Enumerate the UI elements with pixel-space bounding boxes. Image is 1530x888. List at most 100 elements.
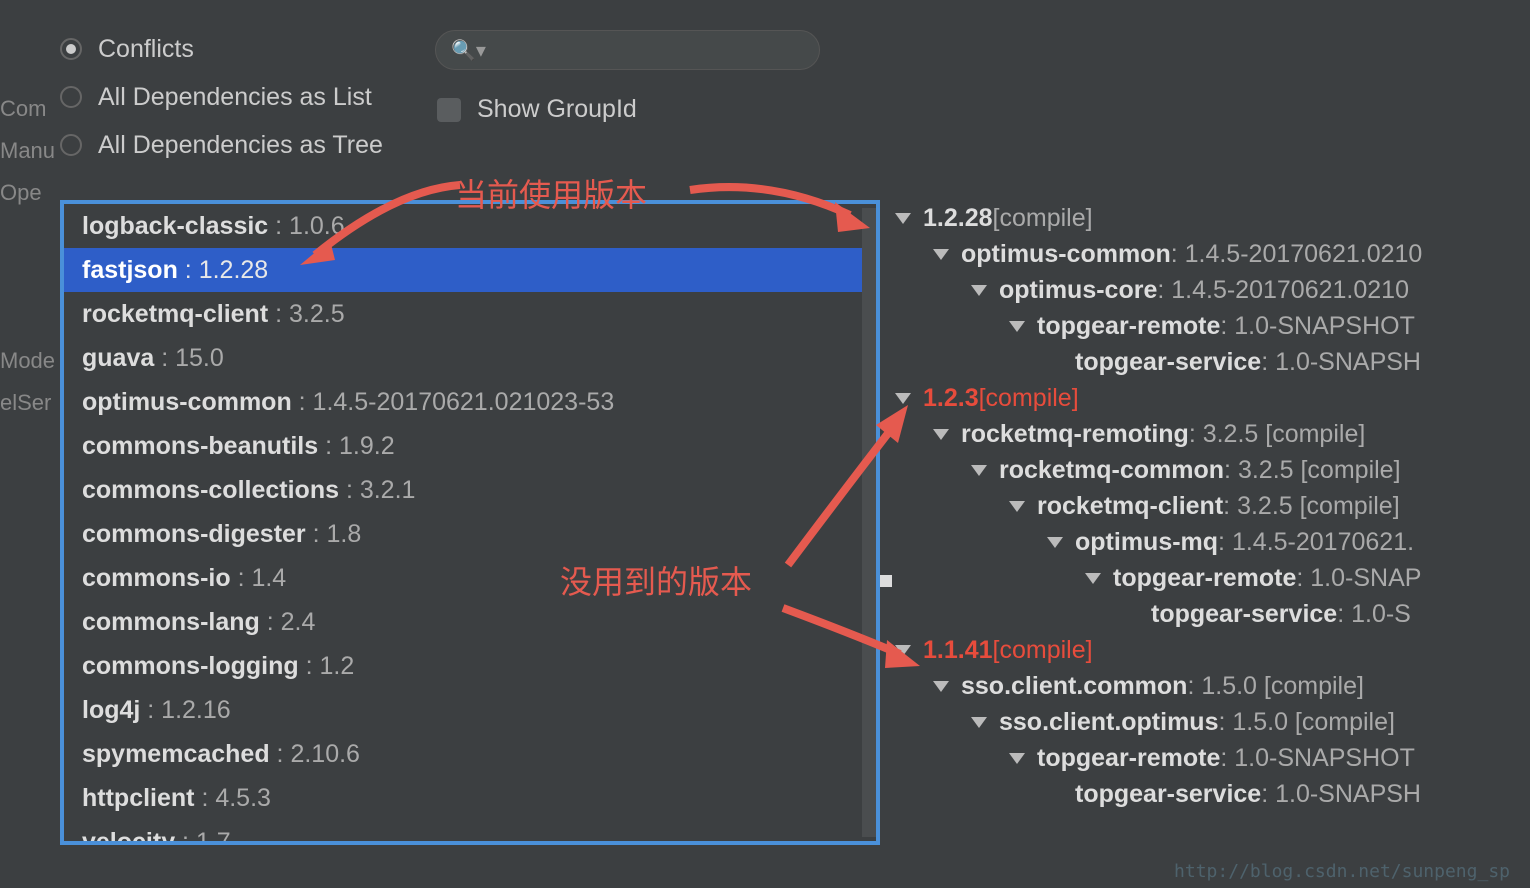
dep-name: httpclient bbox=[82, 784, 195, 812]
tree-node-name: topgear-remote bbox=[1113, 560, 1296, 596]
list-item[interactable]: commons-beanutils : 1.9.2 bbox=[64, 424, 876, 468]
scrollbar[interactable] bbox=[862, 208, 876, 837]
tree-node-suffix: [compile] bbox=[993, 632, 1093, 668]
tree-row[interactable]: sso.client.common : 1.5.0 [compile] bbox=[895, 668, 1530, 704]
radio-icon bbox=[60, 134, 82, 156]
tree-row[interactable]: 1.1.41 [compile] bbox=[895, 632, 1530, 668]
filter-radio-group: Conflicts All Dependencies as List All Dep… bbox=[60, 25, 383, 169]
tree-row[interactable]: optimus-core : 1.4.5-20170621.0210 bbox=[895, 272, 1530, 308]
tree-row[interactable]: rocketmq-common : 3.2.5 [compile] bbox=[895, 452, 1530, 488]
list-item[interactable]: commons-collections : 3.2.1 bbox=[64, 468, 876, 512]
tree-node-suffix: : 1.0-SNAPSHOT bbox=[1220, 308, 1415, 344]
tree-node-name: sso.client.common bbox=[961, 668, 1187, 704]
annotation-unused-version: 没用到的版本 bbox=[560, 557, 752, 603]
tree-node-suffix: : 1.0-SNAPSHOT bbox=[1220, 740, 1415, 776]
tree-row[interactable]: optimus-mq : 1.4.5-20170621. bbox=[895, 524, 1530, 560]
divider-handle[interactable] bbox=[880, 575, 892, 587]
tree-node-name: topgear-remote bbox=[1037, 308, 1220, 344]
dep-version: : 1.8 bbox=[306, 520, 362, 548]
radio-option[interactable]: Conflicts bbox=[60, 25, 383, 73]
tree-row[interactable]: sso.client.optimus : 1.5.0 [compile] bbox=[895, 704, 1530, 740]
tree-node-name: topgear-remote bbox=[1037, 740, 1220, 776]
dep-name: commons-beanutils bbox=[82, 432, 318, 460]
chevron-down-icon bbox=[1009, 321, 1025, 332]
dep-version: : 3.2.1 bbox=[339, 476, 415, 504]
list-item[interactable]: log4j : 1.2.16 bbox=[64, 688, 876, 732]
tree-row[interactable]: topgear-remote : 1.0-SNAP bbox=[895, 560, 1530, 596]
dep-version: : 2.4 bbox=[260, 608, 316, 636]
list-item[interactable]: commons-lang : 2.4 bbox=[64, 600, 876, 644]
tree-row[interactable]: topgear-service : 1.0-S bbox=[895, 596, 1530, 632]
dependency-tree-panel[interactable]: 1.2.28 [compile]optimus-common : 1.4.5-2… bbox=[895, 200, 1530, 845]
dependency-list[interactable]: logback-classic : 1.0.6fastjson : 1.2.28… bbox=[60, 200, 880, 845]
tree-node-name: rocketmq-client bbox=[1037, 488, 1223, 524]
tree-node-suffix: [compile] bbox=[993, 200, 1093, 236]
dep-version: : 4.5.3 bbox=[195, 784, 271, 812]
dep-name: commons-logging bbox=[82, 652, 299, 680]
chevron-down-icon bbox=[933, 249, 949, 260]
tree-node-name: optimus-common bbox=[961, 236, 1171, 272]
list-item[interactable]: rocketmq-client : 3.2.5 bbox=[64, 292, 876, 336]
show-groupid-row[interactable]: Show GroupId bbox=[437, 95, 637, 124]
dep-version: : 1.2.16 bbox=[140, 696, 230, 724]
dep-name: fastjson bbox=[82, 256, 178, 284]
left-partial-text: ComManuOpe ModeelSer bbox=[0, 95, 55, 431]
tree-row[interactable]: rocketmq-remoting : 3.2.5 [compile] bbox=[895, 416, 1530, 452]
dep-name: commons-digester bbox=[82, 520, 306, 548]
tree-row[interactable]: optimus-common : 1.4.5-20170621.0210 bbox=[895, 236, 1530, 272]
chevron-down-icon bbox=[1009, 753, 1025, 764]
tree-node-name: rocketmq-common bbox=[999, 452, 1224, 488]
tree-row[interactable]: topgear-service : 1.0-SNAPSH bbox=[895, 344, 1530, 380]
tree-node-suffix: [compile] bbox=[979, 380, 1079, 416]
search-input[interactable]: 🔍▾ bbox=[435, 30, 820, 70]
list-item[interactable]: commons-digester : 1.8 bbox=[64, 512, 876, 556]
tree-row[interactable]: 1.2.3 [compile] bbox=[895, 380, 1530, 416]
tree-node-suffix: : 1.4.5-20170621.0210 bbox=[1171, 236, 1423, 272]
dep-name: commons-collections bbox=[82, 476, 339, 504]
watermark: http://blog.csdn.net/sunpeng_sp bbox=[1174, 861, 1510, 882]
radio-label: All Dependencies as Tree bbox=[98, 131, 383, 160]
radio-icon bbox=[60, 38, 82, 60]
dep-version: : 1.2.28 bbox=[178, 256, 268, 284]
radio-option[interactable]: All Dependencies as List bbox=[60, 73, 383, 121]
list-item[interactable]: spymemcached : 2.10.6 bbox=[64, 732, 876, 776]
list-item[interactable]: fastjson : 1.2.28 bbox=[64, 248, 876, 292]
tree-row[interactable]: rocketmq-client : 3.2.5 [compile] bbox=[895, 488, 1530, 524]
list-item[interactable]: guava : 15.0 bbox=[64, 336, 876, 380]
chevron-down-icon bbox=[895, 393, 911, 404]
list-item[interactable]: commons-io : 1.4 bbox=[64, 556, 876, 600]
dep-name: spymemcached bbox=[82, 740, 270, 768]
radio-label: Conflicts bbox=[98, 35, 194, 64]
tree-row[interactable]: topgear-remote : 1.0-SNAPSHOT bbox=[895, 740, 1530, 776]
list-item[interactable]: velocity : 1.7 bbox=[64, 820, 876, 845]
dep-version: : 1.4 bbox=[231, 564, 287, 592]
dep-name: rocketmq-client bbox=[82, 300, 268, 328]
dep-name: commons-lang bbox=[82, 608, 260, 636]
list-item[interactable]: commons-logging : 1.2 bbox=[64, 644, 876, 688]
radio-option[interactable]: All Dependencies as Tree bbox=[60, 121, 383, 169]
dep-version: : 1.2 bbox=[299, 652, 355, 680]
tree-node-suffix: : 1.0-SNAPSH bbox=[1261, 776, 1421, 812]
search-icon: 🔍▾ bbox=[451, 38, 486, 63]
tree-node-name: 1.2.28 bbox=[923, 200, 993, 236]
checkbox-icon bbox=[437, 98, 461, 122]
tree-node-name: rocketmq-remoting bbox=[961, 416, 1189, 452]
dep-name: optimus-common bbox=[82, 388, 292, 416]
tree-row[interactable]: 1.2.28 [compile] bbox=[895, 200, 1530, 236]
tree-node-name: topgear-service bbox=[1075, 776, 1261, 812]
tree-node-suffix: : 3.2.5 [compile] bbox=[1223, 488, 1399, 524]
dep-version: : 3.2.5 bbox=[268, 300, 344, 328]
list-item[interactable]: httpclient : 4.5.3 bbox=[64, 776, 876, 820]
tree-row[interactable]: topgear-remote : 1.0-SNAPSHOT bbox=[895, 308, 1530, 344]
tree-node-suffix: : 1.5.0 [compile] bbox=[1187, 668, 1363, 704]
show-groupid-label: Show GroupId bbox=[477, 95, 637, 124]
tree-node-suffix: : 3.2.5 [compile] bbox=[1224, 452, 1400, 488]
dep-version: : 1.4.5-20170621.021023-53 bbox=[292, 388, 615, 416]
list-item[interactable]: optimus-common : 1.4.5-20170621.021023-5… bbox=[64, 380, 876, 424]
radio-label: All Dependencies as List bbox=[98, 83, 372, 112]
tree-node-name: 1.1.41 bbox=[923, 632, 993, 668]
annotation-current-version: 当前使用版本 bbox=[455, 170, 647, 216]
tree-row[interactable]: topgear-service : 1.0-SNAPSH bbox=[895, 776, 1530, 812]
chevron-down-icon bbox=[933, 429, 949, 440]
tree-node-suffix: : 1.5.0 [compile] bbox=[1218, 704, 1394, 740]
